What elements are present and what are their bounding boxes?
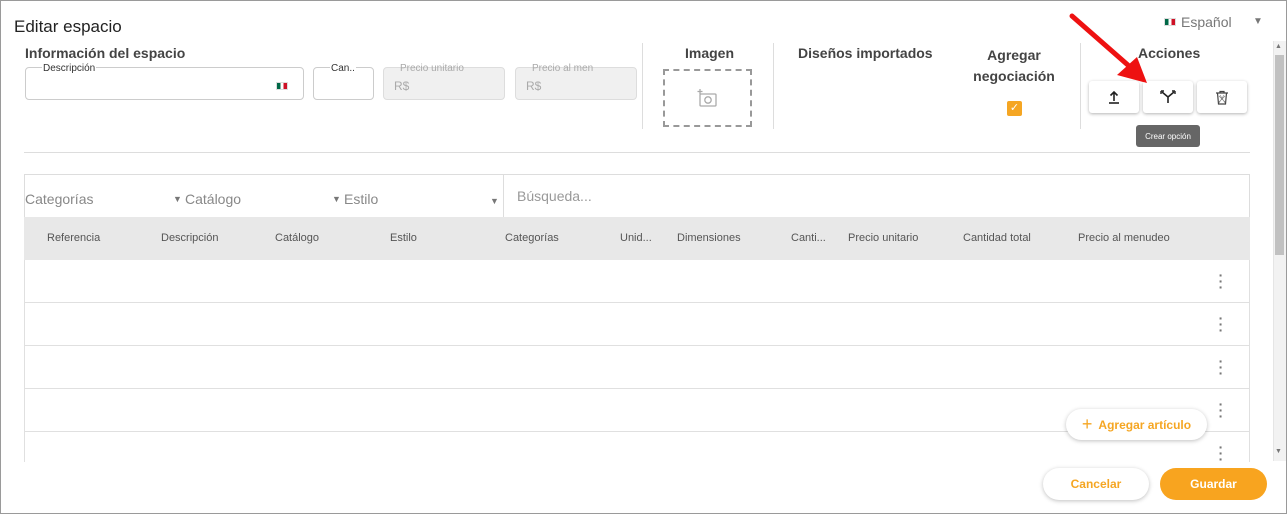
table-row[interactable]: · · · [24, 346, 1250, 389]
trash-icon [1216, 90, 1228, 105]
dialog-title: Editar espacio [14, 17, 122, 36]
row-menu-icon[interactable]: · · · [1217, 354, 1225, 380]
create-option-icon [1160, 90, 1176, 103]
section-divider [24, 152, 1250, 153]
filter-bar: Categorías ▼ Catálogo ▼ Estilo ▼ Búsqued… [24, 174, 1250, 218]
categories-filter[interactable]: Categorías [25, 191, 93, 207]
table-row[interactable]: · · · [24, 260, 1250, 303]
scroll-up-icon[interactable]: ▲ [1275, 43, 1282, 50]
edit-space-dialog: Editar espacio Español ▼ Información del… [0, 0, 1287, 514]
table-header: Referencia Descripción Catálogo Estilo C… [24, 217, 1250, 260]
mexico-flag-icon [1164, 18, 1176, 26]
column-header[interactable]: Precio al menudeo [1078, 232, 1170, 244]
delete-button[interactable] [1197, 81, 1247, 113]
row-menu-icon[interactable]: · · · [1217, 268, 1225, 294]
row-menu-icon[interactable]: · · · [1217, 440, 1225, 466]
quantity-label: Can.. [330, 63, 356, 74]
quantity-field[interactable]: Can.. [313, 63, 374, 100]
catalog-filter[interactable]: Catálogo [185, 191, 241, 207]
column-header[interactable]: Canti... [791, 232, 826, 244]
language-selector[interactable]: Español [1164, 14, 1232, 30]
mexico-flag-icon [276, 82, 288, 90]
description-field[interactable]: Descripción [25, 63, 304, 100]
column-header[interactable]: Catálogo [275, 232, 319, 244]
scrollbar-thumb[interactable] [1275, 55, 1284, 255]
chevron-down-icon[interactable]: ▼ [490, 196, 499, 206]
table-row[interactable]: · · · [24, 303, 1250, 346]
column-header[interactable]: Descripción [161, 232, 218, 244]
add-item-label: Agregar artículo [1098, 417, 1192, 432]
create-option-tooltip: Crear opción [1136, 125, 1200, 147]
table-row[interactable]: · · · [24, 432, 1250, 466]
column-header[interactable]: Precio unitario [848, 232, 918, 244]
chevron-down-icon[interactable]: ▼ [332, 194, 341, 204]
unit-price-field: Precio unitario R$ [383, 63, 505, 100]
column-header[interactable]: Dimensiones [677, 232, 741, 244]
retail-price-field: Precio al men R$ [515, 63, 637, 100]
divider [773, 43, 774, 129]
search-input[interactable]: Búsqueda... [517, 188, 592, 204]
row-menu-icon[interactable]: · · · [1217, 311, 1225, 337]
image-heading: Imagen [685, 45, 735, 61]
chevron-down-icon[interactable]: ▼ [1253, 16, 1263, 27]
retail-price-label: Precio al men [532, 63, 594, 74]
language-label: Español [1181, 14, 1232, 30]
cancel-button[interactable]: Cancelar [1043, 468, 1149, 500]
save-button[interactable]: Guardar [1160, 468, 1267, 500]
description-label: Descripción [42, 63, 97, 74]
row-menu-icon[interactable]: · · · [1217, 397, 1225, 423]
designs-heading: Diseños importados [798, 45, 933, 61]
divider [642, 43, 643, 129]
unit-price-label: Precio unitario [400, 63, 464, 74]
retail-price-value: R$ [526, 79, 542, 93]
divider [503, 175, 504, 218]
column-header[interactable]: Unid... [620, 232, 652, 244]
column-header[interactable]: Estilo [390, 232, 417, 244]
unit-price-value: R$ [394, 79, 410, 93]
info-heading: Información del espacio [25, 45, 186, 61]
negotiation-checkbox[interactable]: ✓ [1007, 101, 1022, 116]
negotiation-heading: Agregar negociación [973, 47, 1055, 84]
annotation-arrow-icon [1069, 13, 1147, 83]
column-header[interactable]: Cantidad total [963, 232, 1031, 244]
image-upload-area[interactable] [663, 69, 752, 127]
column-header[interactable]: Categorías [505, 232, 559, 244]
add-photo-icon [697, 89, 717, 107]
add-item-button[interactable]: + Agregar artículo [1066, 409, 1207, 440]
chevron-down-icon[interactable]: ▼ [173, 194, 182, 204]
column-header[interactable]: Referencia [47, 232, 100, 244]
upload-icon [1109, 90, 1119, 104]
scroll-down-icon[interactable]: ▼ [1275, 448, 1282, 455]
style-filter[interactable]: Estilo [344, 191, 378, 207]
plus-icon: + [1081, 414, 1093, 434]
